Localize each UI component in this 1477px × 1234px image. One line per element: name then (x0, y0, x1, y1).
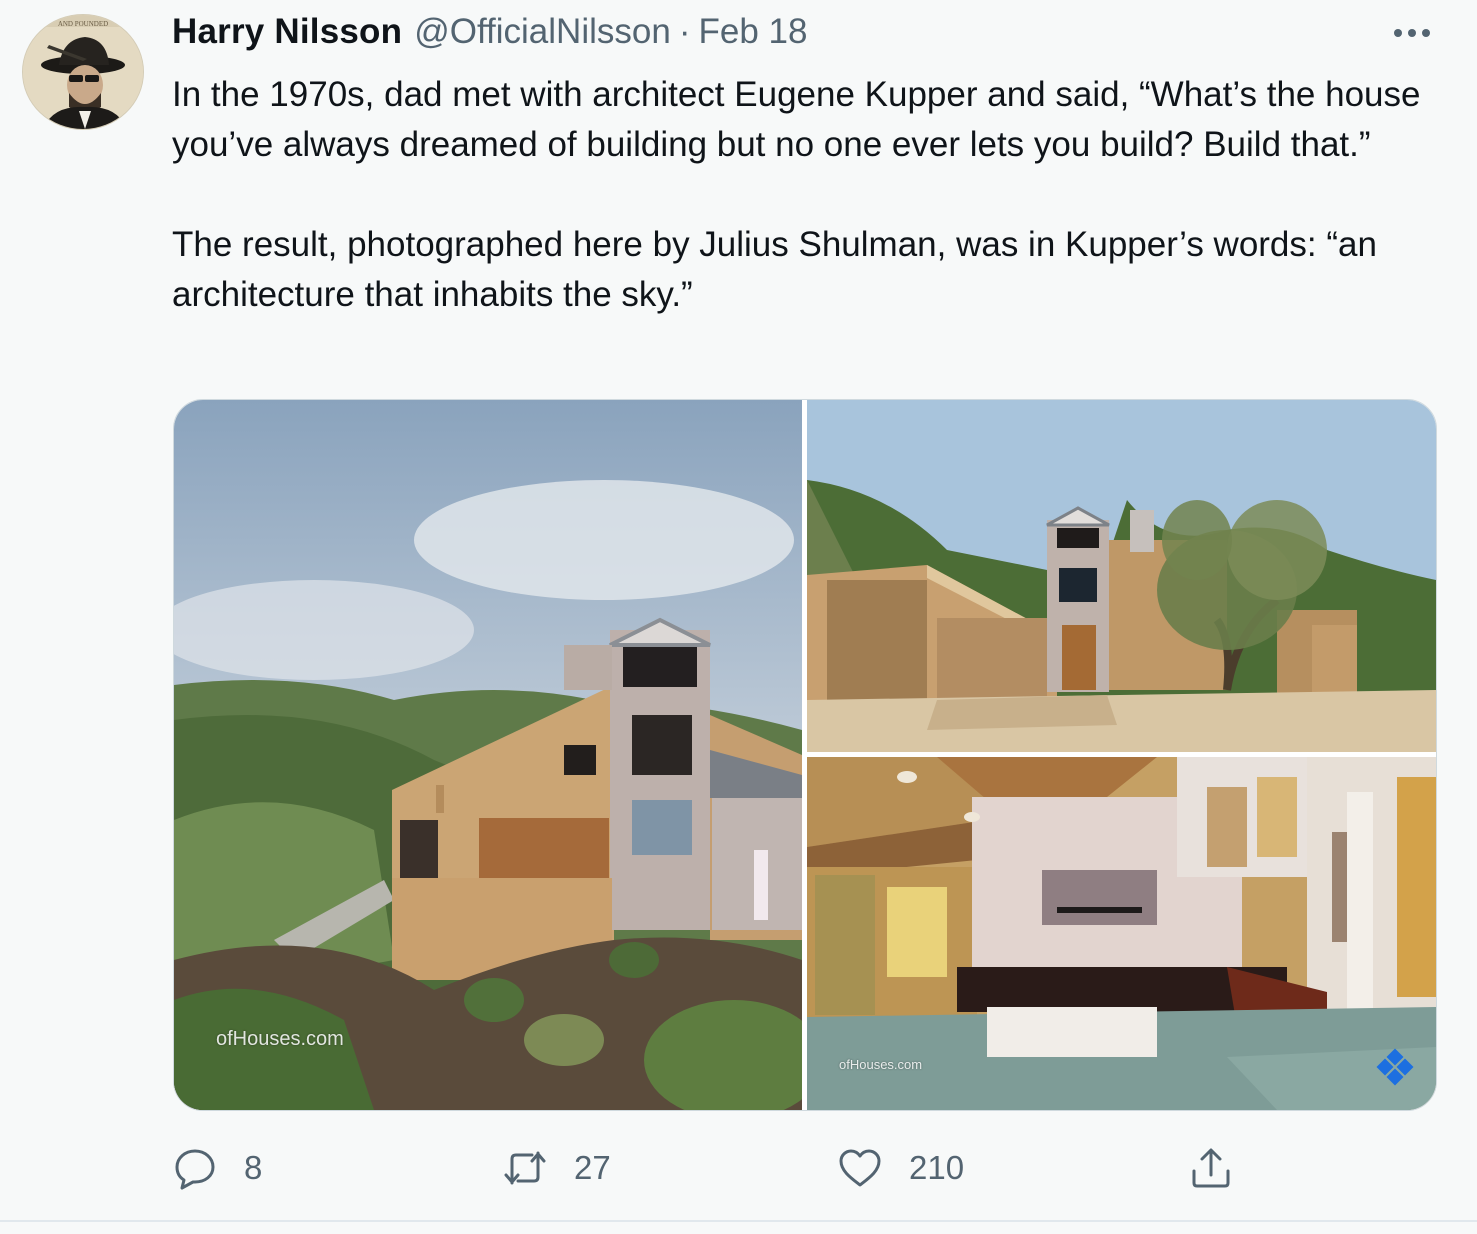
retweet-button[interactable]: 27 (502, 1140, 611, 1196)
tweet[interactable]: AND POUNDED Harry Nilsson @OfficialNilss… (0, 0, 1477, 1234)
share-icon (1192, 1148, 1230, 1188)
retweet-icon (504, 1151, 546, 1185)
retweet-count: 27 (574, 1149, 611, 1186)
tweet-paragraph-1: In the 1970s, dad met with architect Eug… (172, 75, 1421, 164)
like-button[interactable]: 210 (837, 1140, 964, 1196)
grid-gap-horizontal (807, 752, 1436, 757)
author-handle[interactable]: @OfficialNilsson (414, 12, 671, 52)
photo-watermark: ofHouses.com (839, 1057, 923, 1072)
share-button[interactable] (1188, 1140, 1234, 1196)
photo-house-exterior-image (174, 400, 802, 1110)
reply-icon (175, 1149, 215, 1190)
more-icon (1394, 29, 1430, 37)
avatar-image: AND POUNDED (23, 15, 143, 129)
photo-house-courtyard-image (807, 400, 1436, 752)
photo-house-exterior[interactable]: ofHouses.com (174, 400, 802, 1110)
tweet-paragraph-2: The result, photographed here by Julius … (172, 225, 1377, 314)
like-icon (839, 1149, 881, 1187)
media-grid: ofHouses.com ofHouses.com (173, 399, 1437, 1111)
tweet-header: Harry Nilsson @OfficialNilsson · Feb 18 (172, 12, 807, 56)
reply-button[interactable]: 8 (172, 1140, 262, 1196)
avatar[interactable]: AND POUNDED (22, 14, 144, 130)
action-bar: 8 27 210 (172, 1140, 1442, 1196)
photo-house-courtyard[interactable] (807, 400, 1436, 752)
tweet-date[interactable]: Feb 18 (698, 12, 807, 52)
tweet-divider (0, 1220, 1477, 1222)
photo-house-interior[interactable]: ofHouses.com (807, 757, 1436, 1110)
photo-watermark: ofHouses.com (216, 1028, 344, 1050)
tweet-text: In the 1970s, dad met with architect Eug… (172, 70, 1432, 320)
more-button[interactable] (1386, 18, 1438, 48)
header-separator: · (678, 12, 691, 51)
reply-count: 8 (244, 1149, 263, 1186)
author-name[interactable]: Harry Nilsson (172, 12, 402, 52)
like-count: 210 (909, 1149, 965, 1186)
avatar-text: AND POUNDED (58, 20, 108, 28)
